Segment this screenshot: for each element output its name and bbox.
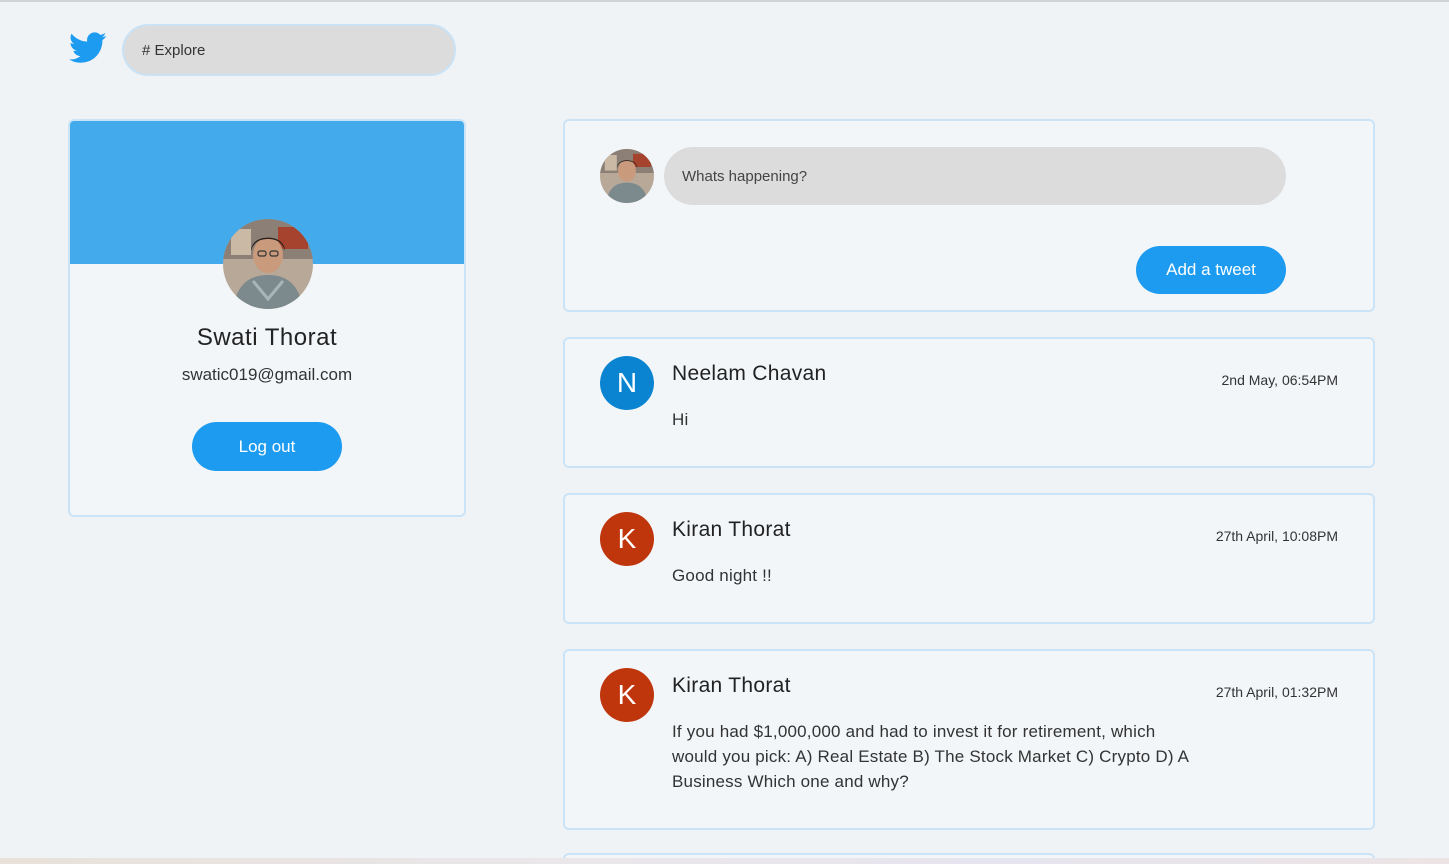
tweet-avatar: K [600, 512, 654, 566]
tweet-author: Neelam Chavan [672, 362, 827, 385]
tweet-avatar: K [600, 668, 654, 722]
tweet-compose-input[interactable] [664, 147, 1286, 205]
compose-avatar [600, 149, 654, 203]
compose-card: Add a tweet [563, 119, 1375, 312]
tweet-card: N Neelam Chavan 2nd May, 06:54PM Hi [563, 337, 1375, 468]
twitter-bird-icon[interactable] [69, 32, 107, 64]
tweet-timestamp: 27th April, 01:32PM [1215, 684, 1338, 700]
tweet-timestamp: 2nd May, 06:54PM [1221, 372, 1338, 388]
tweet-text: Hi [672, 410, 689, 429]
compose-photo-image [600, 149, 654, 203]
tweet-timestamp: 27th April, 10:08PM [1215, 528, 1338, 544]
tweet-avatar: N [600, 356, 654, 410]
profile-photo-image [223, 219, 313, 309]
tweet-author: Kiran Thorat [672, 674, 791, 697]
profile-name: Swati Thorat [196, 324, 338, 351]
app-page: Swati Thorat swatic019@gmail.com Log out… [0, 0, 1449, 864]
bottom-edge [0, 858, 1449, 864]
explore-search-input[interactable] [122, 24, 456, 76]
tweet-author: Kiran Thorat [672, 518, 791, 541]
add-tweet-button[interactable]: Add a tweet [1136, 246, 1286, 294]
tweet-card: K Kiran Thorat 27th April, 01:32PM If yo… [563, 649, 1375, 830]
logout-button[interactable]: Log out [192, 422, 342, 471]
tweet-card: K Kiran Thorat 27th April, 10:08PM Good … [563, 493, 1375, 624]
tweet-text: If you had $1,000,000 and had to invest … [672, 722, 1189, 791]
profile-card: Swati Thorat swatic019@gmail.com Log out [68, 119, 466, 517]
tweet-text: Good night !! [672, 566, 772, 585]
top-bar [0, 2, 1449, 92]
profile-email: swatic019@gmail.com [181, 365, 353, 384]
profile-avatar [223, 219, 313, 309]
